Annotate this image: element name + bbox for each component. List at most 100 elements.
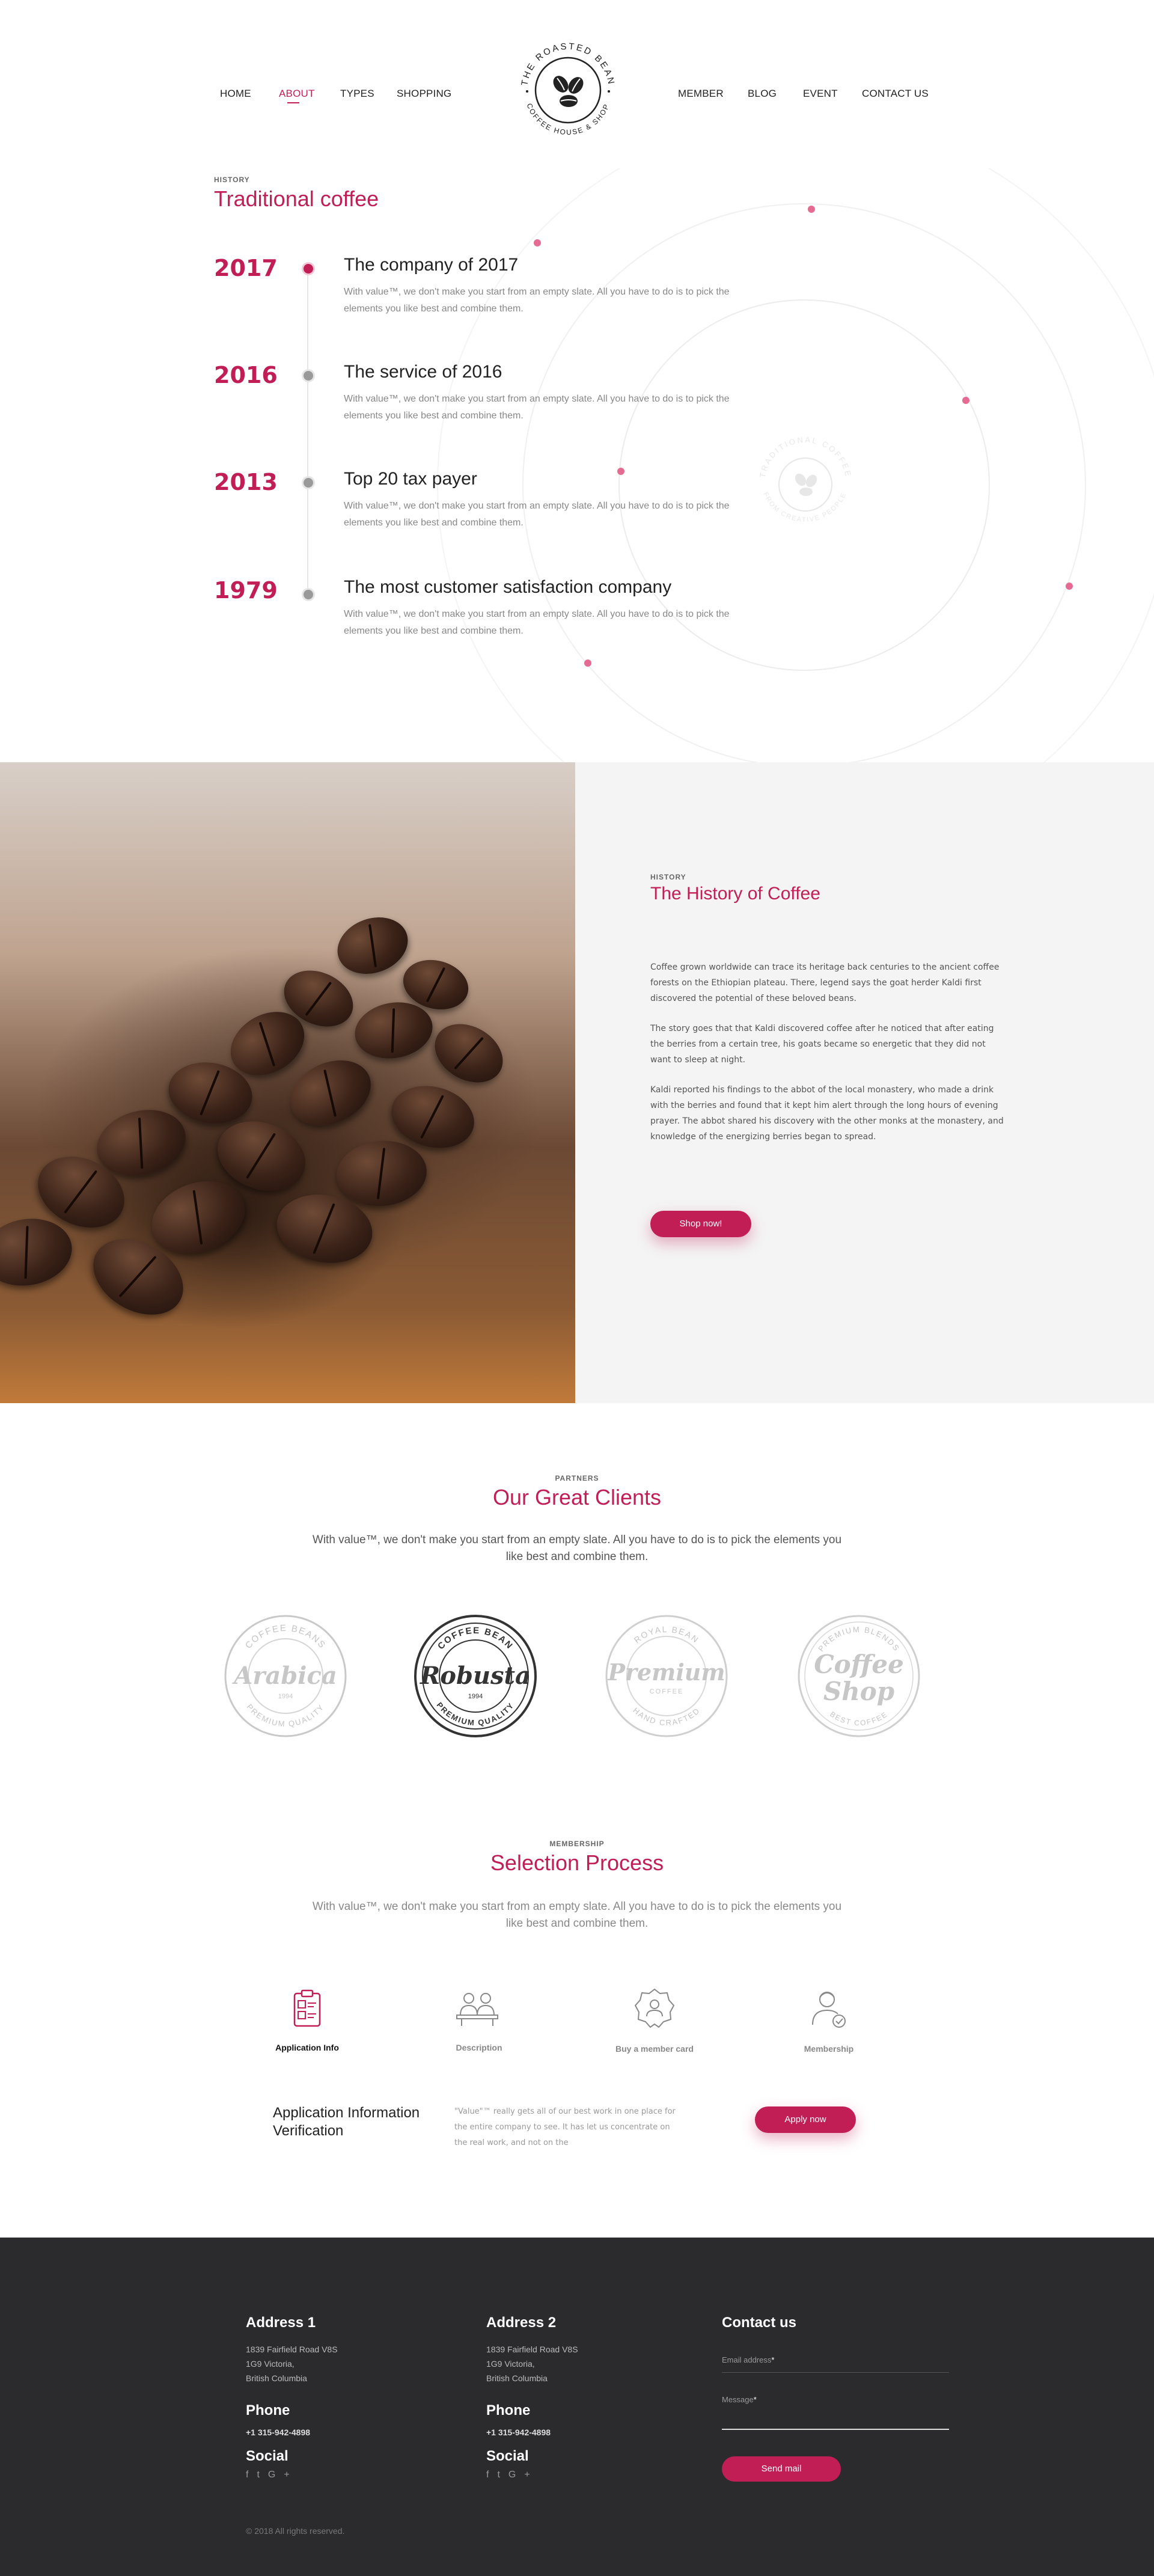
svg-text:COFFEE BEAN: COFFEE BEAN [436, 1626, 515, 1651]
footer-phone2-heading: Phone [486, 2402, 531, 2418]
footer-address2-heading: Address 2 [486, 2314, 557, 2331]
nav-contact-us[interactable]: CONTACT US [862, 88, 929, 100]
logo-top-text: THE ROASTED BEAN [519, 41, 614, 87]
clients-text: With value™, we don't make you start fro… [312, 1534, 842, 1563]
client-logo-coffee-shop[interactable]: PREMIUM BLENDS BEST COFFEE Coffee Shop [796, 1613, 922, 1739]
badge-icon [634, 1988, 675, 2028]
send-mail-button[interactable]: Send mail [722, 2456, 841, 2482]
timeline-year: 1979 [214, 577, 278, 604]
svg-text:THE ROASTED BEAN: THE ROASTED BEAN [519, 41, 616, 87]
coffee-beans-icon [553, 76, 584, 107]
svg-text:PREMIUM QUALITY: PREMIUM QUALITY [245, 1703, 326, 1729]
client-logo-premium[interactable]: ROYAL BEAN HAND CRAFTED Premium COFFEE [603, 1613, 730, 1739]
svg-text:Robusta: Robusta [420, 1662, 531, 1690]
svg-text:FROM CREATIVE PEOPLE: FROM CREATIVE PEOPLE [762, 491, 847, 524]
about-title: The History of Coffee [650, 884, 820, 904]
step-label: Buy a member card [615, 2044, 694, 2054]
footer-address1-line: 1G9 Victoria, [246, 2359, 295, 2369]
svg-text:BEST COFFEE: BEST COFFEE [828, 1710, 889, 1727]
timeline-dot [302, 588, 315, 601]
message-label: Message* [722, 2395, 757, 2404]
timeline-text: With value™, we don't make you start fro… [344, 394, 730, 421]
about-paragraph: Coffee grown worldwide can trace its her… [650, 962, 1000, 1003]
timeline-dot [302, 369, 315, 382]
timeline-year: 2013 [214, 469, 278, 495]
footer-social2-heading: Social [486, 2448, 529, 2464]
nav-event[interactable]: EVENT [803, 88, 838, 100]
svg-text:COFFEE BEANS: COFFEE BEANS [243, 1623, 328, 1651]
nav-types[interactable]: TYPES [340, 88, 374, 100]
timeline-dot [302, 262, 315, 275]
watermark-logo: TRADITIONAL COFFEE FROM CREATIVE PEOPLE [758, 435, 853, 524]
history-eyebrow: HISTORY [214, 176, 250, 184]
brand-logo[interactable]: THE ROASTED BEAN COFFEE HOUSE & SHOP [514, 36, 622, 144]
clipboard-icon [293, 1989, 321, 2027]
watermark-top-text: TRADITIONAL COFFEE [758, 435, 852, 479]
timeline-title: The most customer satisfaction company [344, 577, 672, 597]
shop-now-button[interactable]: Shop now! [650, 1211, 751, 1237]
facebook-icon[interactable]: f [246, 2470, 257, 2480]
detail-title: Application Information Verification [273, 2105, 420, 2139]
client-logo-robusta[interactable]: COFFEE BEAN PREMIUM QUALITY Robusta 1994 [412, 1613, 539, 1739]
timeline-text: With value™, we don't make you start fro… [344, 501, 730, 528]
timeline-title: The company of 2017 [344, 255, 519, 275]
about-eyebrow: HISTORY [650, 873, 686, 881]
watermark-bottom-text: FROM CREATIVE PEOPLE [762, 491, 846, 524]
footer-address2-line: 1G9 Victoria, [486, 2359, 535, 2369]
footer: Address 1 1839 Fairfield Road V8S 1G9 Vi… [0, 2238, 1154, 2576]
membership-title: Selection Process [490, 1850, 664, 1875]
svg-text:PREMIUM QUALITY: PREMIUM QUALITY [435, 1701, 516, 1728]
nav-home[interactable]: HOME [220, 88, 251, 100]
detail-text: "Value"™ really gets all of our best wor… [454, 2107, 676, 2147]
facebook-icon[interactable]: f [486, 2470, 497, 2480]
copyright: © 2018 All rights reserved. [246, 2526, 345, 2536]
footer-social1-heading: Social [246, 2448, 288, 2464]
svg-text:COFFEE: COFFEE [650, 1688, 684, 1695]
nav-shopping[interactable]: SHOPPING [397, 88, 451, 100]
step-label: Membership [804, 2044, 854, 2054]
svg-text:PREMIUM BLENDS: PREMIUM BLENDS [816, 1625, 902, 1653]
message-field[interactable] [722, 2429, 949, 2430]
contact-heading: Contact us [722, 2314, 797, 2331]
twitter-icon[interactable]: t [497, 2470, 508, 2480]
footer-address2-line: British Columbia [486, 2373, 548, 2383]
timeline-year: 2017 [214, 255, 278, 281]
coffee-beans-photo [0, 762, 575, 1403]
svg-text:1994: 1994 [278, 1693, 293, 1700]
svg-text:Premium: Premium [607, 1659, 725, 1686]
clients-eyebrow: PARTNERS [555, 1474, 599, 1482]
footer-phone1[interactable]: +1 315-942-4898 [246, 2428, 310, 2437]
step-label: Application Info [275, 2043, 339, 2052]
footer-phone1-heading: Phone [246, 2402, 290, 2418]
google-plus-icon[interactable]: G+ [268, 2470, 298, 2480]
svg-text:ROYAL BEAN: ROYAL BEAN [632, 1624, 701, 1645]
about-paragraph: Kaldi reported his findings to the abbot… [650, 1085, 1004, 1142]
twitter-icon[interactable]: t [257, 2470, 267, 2480]
timeline-line [307, 268, 308, 594]
svg-text:TRADITIONAL COFFEE: TRADITIONAL COFFEE [758, 435, 853, 479]
email-field[interactable] [722, 2372, 949, 2373]
membership-eyebrow: MEMBERSHIP [549, 1840, 605, 1848]
footer-address2-line: 1839 Fairfield Road V8S [486, 2345, 578, 2354]
email-label: Email address* [722, 2355, 775, 2364]
google-plus-icon[interactable]: G+ [508, 2470, 539, 2480]
svg-text:HAND CRAFTED: HAND CRAFTED [631, 1706, 701, 1727]
svg-text:Shop: Shop [823, 1677, 894, 1706]
membership-text: With value™, we don't make you start fro… [312, 1900, 842, 1930]
timeline-text: With value™, we don't make you start fro… [344, 609, 730, 636]
nav-about[interactable]: ABOUT [279, 88, 315, 100]
footer-address1-heading: Address 1 [246, 2314, 316, 2331]
nav-member[interactable]: MEMBER [678, 88, 724, 100]
client-logo-arabica[interactable]: COFFEE BEANS PREMIUM QUALITY Arabica 199… [222, 1613, 349, 1739]
history-title: Traditional coffee [214, 186, 379, 211]
about-paragraph: The story goes that that Kaldi discovere… [650, 1024, 994, 1065]
step-label: Description [456, 2043, 502, 2052]
timeline-title: The service of 2016 [344, 362, 502, 382]
nav-blog[interactable]: BLOG [748, 88, 777, 100]
apply-now-button[interactable]: Apply now [755, 2106, 856, 2133]
svg-text:COFFEE HOUSE & SHOP: COFFEE HOUSE & SHOP [525, 102, 611, 136]
footer-address1-line: British Columbia [246, 2373, 307, 2383]
timeline-title: Top 20 tax payer [344, 469, 477, 489]
timeline-text: With value™, we don't make you start fro… [344, 287, 730, 314]
footer-phone2[interactable]: +1 315-942-4898 [486, 2428, 551, 2437]
